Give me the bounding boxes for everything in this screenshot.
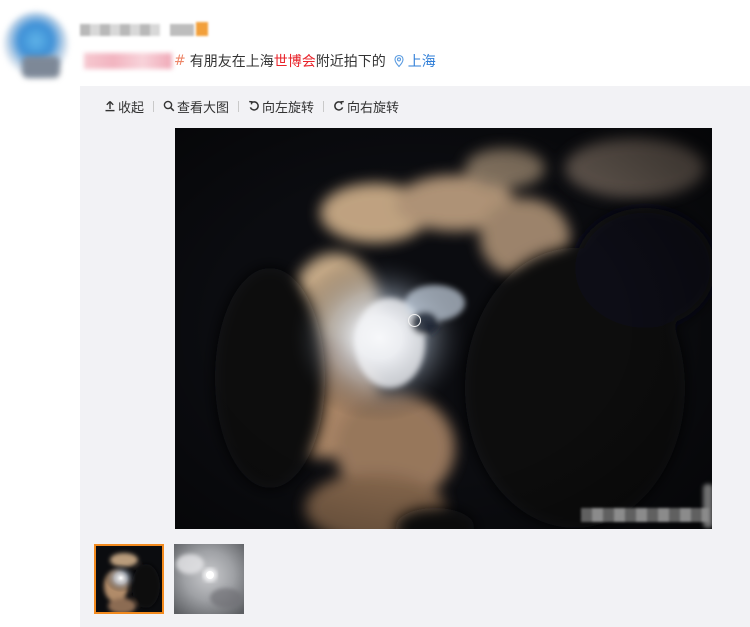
post-text-line: # 有朋友在上海 世博会 附近拍下的 上海	[84, 50, 436, 72]
blurred-username-suffix	[170, 24, 194, 36]
thumbnail-clouds-moon-image	[96, 546, 162, 612]
blurred-topic-link[interactable]	[84, 53, 172, 69]
post-text-highlight[interactable]: 世博会	[274, 51, 316, 71]
blurred-watermark	[581, 508, 709, 522]
media-toolbar: 收起 查看大图 向左旋转 向右旋转	[104, 96, 399, 116]
thumbnail-moon-grey-sky-image	[174, 544, 244, 614]
search-icon	[163, 100, 175, 112]
collapse-label: 收起	[118, 100, 145, 116]
main-image[interactable]	[175, 128, 712, 529]
night-sky-clouds-image	[175, 128, 712, 529]
toolbar-divider	[323, 100, 325, 112]
location-label[interactable]: 上海	[408, 51, 436, 71]
rotate-right-icon	[334, 100, 344, 111]
blurred-username[interactable]	[80, 24, 160, 36]
topic-hash[interactable]: #	[174, 53, 186, 69]
rotate-left-icon	[249, 100, 259, 111]
rotate-right-label: 向右旋转	[347, 100, 400, 116]
thumbnail-1[interactable]	[94, 544, 164, 614]
avatar-shadow	[22, 56, 60, 78]
location-link[interactable]: 上海	[392, 51, 436, 71]
rotate-left-button[interactable]: 向左旋转	[248, 97, 314, 116]
post-text-before: 有朋友在上海	[189, 54, 274, 70]
thumbnail-2[interactable]	[174, 544, 244, 614]
collapse-button[interactable]: 收起	[104, 97, 144, 116]
location-pin-icon	[394, 54, 404, 68]
blurred-watermark-edge	[703, 484, 712, 528]
media-panel: 收起 查看大图 向左旋转 向右旋转	[80, 86, 750, 627]
zoom-cursor-icon	[408, 314, 421, 327]
toolbar-divider	[153, 100, 155, 112]
view-large-label: 查看大图	[177, 100, 230, 116]
view-large-button[interactable]: 查看大图	[163, 97, 229, 116]
rotate-right-button[interactable]: 向右旋转	[333, 97, 399, 116]
post-text-after: 附近拍下的	[315, 54, 386, 70]
collapse-up-icon	[105, 101, 115, 112]
rotate-left-label: 向左旋转	[262, 100, 315, 116]
user-badge-icon	[196, 22, 208, 36]
toolbar-divider	[238, 100, 240, 112]
